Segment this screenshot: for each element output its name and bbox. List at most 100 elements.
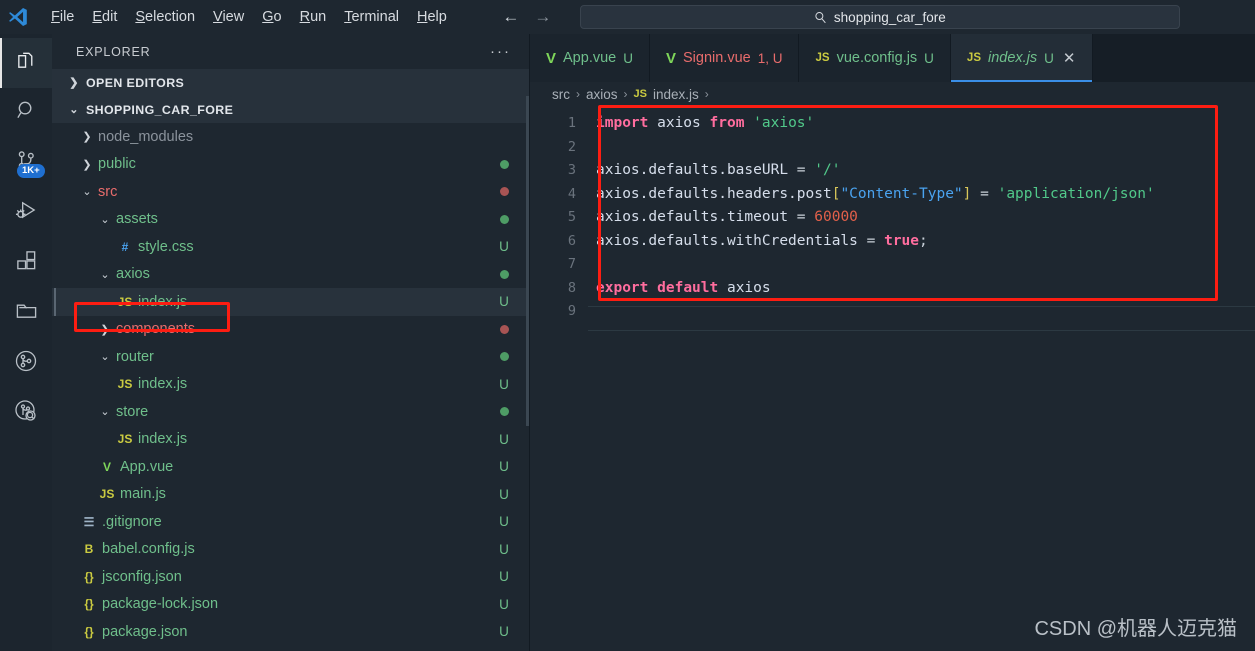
chevron-right-icon[interactable]: ❯ xyxy=(78,130,96,143)
status-badge: U xyxy=(499,486,509,502)
status-badge: U xyxy=(499,624,509,640)
chevron-down-icon[interactable]: ⌄ xyxy=(96,268,114,281)
explorer-more-actions-icon[interactable]: ··· xyxy=(490,43,511,60)
line-number: 4 xyxy=(567,185,576,202)
activitybar-gitlens[interactable] xyxy=(0,338,52,388)
tree-item-main-js[interactable]: JS main.js U xyxy=(52,481,529,509)
line-number: 6 xyxy=(567,232,576,249)
status-badge: U xyxy=(499,376,509,392)
back-arrow-icon[interactable]: ← xyxy=(500,7,522,27)
chevron-right-icon[interactable]: ❯ xyxy=(96,323,114,336)
editor-tab-signin-vue[interactable]: V Signin.vue 1, U xyxy=(649,34,800,82)
section-shopping-car-fore-label: SHOPPING_CAR_FORE xyxy=(86,102,234,117)
tree-item-axios[interactable]: ⌄ axios xyxy=(52,261,529,289)
tree-item-components[interactable]: ❯ components xyxy=(52,316,529,344)
activitybar-search[interactable] xyxy=(0,88,52,138)
line-number-gutter: 1 2 3 4 5 6 7 8 9 xyxy=(530,112,588,651)
section-open-editors[interactable]: ❯ OPEN EDITORS xyxy=(52,69,529,96)
code-token: = xyxy=(796,209,806,225)
tree-item-label: store xyxy=(116,403,149,420)
search-icon xyxy=(814,11,827,24)
activitybar-gitlens-inspect[interactable] xyxy=(0,388,52,438)
tree-item-assets[interactable]: ⌄ assets xyxy=(52,206,529,234)
activitybar-extensions[interactable] xyxy=(0,238,52,288)
menu-file-label: File xyxy=(51,9,75,25)
tree-item-label: components xyxy=(116,321,195,338)
code-content[interactable]: import axios from 'axios' axios.defaults… xyxy=(588,112,1255,651)
activitybar-remote-explorer[interactable] xyxy=(0,288,52,338)
chevron-right-icon[interactable]: ❯ xyxy=(78,158,96,171)
menu-edit[interactable]: Edit xyxy=(83,7,126,27)
code-token: = xyxy=(980,185,989,202)
tree-item-public[interactable]: ❯ public xyxy=(52,151,529,179)
js-icon: JS xyxy=(966,52,981,64)
tree-item-label: .gitignore xyxy=(102,513,162,530)
sidebar-scrollbar[interactable] xyxy=(526,96,529,426)
command-center-search[interactable]: shopping_car_fore xyxy=(579,5,1180,29)
menu-selection[interactable]: Selection xyxy=(126,7,204,27)
menu-terminal[interactable]: Terminal xyxy=(335,7,408,27)
tree-item--gitignore[interactable]: ☰ .gitignore U xyxy=(52,508,529,536)
activitybar-explorer[interactable] xyxy=(0,38,52,88)
menu-help[interactable]: Help xyxy=(408,7,456,27)
status-dot xyxy=(497,187,511,197)
js-icon: JS xyxy=(117,432,133,447)
tree-item-index-js[interactable]: JS index.js U xyxy=(52,426,529,454)
tree-item-style-css[interactable]: # style.css U xyxy=(52,233,529,261)
menu-file[interactable]: File xyxy=(42,7,83,27)
source-control-badge: 1K+ xyxy=(17,164,45,178)
section-shopping-car-fore[interactable]: ⌄ SHOPPING_CAR_FORE xyxy=(52,96,529,123)
gitlens-inspect-icon xyxy=(14,399,38,428)
editor-tab-label: App.vue xyxy=(563,50,617,66)
menu-view[interactable]: View xyxy=(204,7,253,27)
chevron-down-icon[interactable]: ⌄ xyxy=(96,350,114,363)
menu-go[interactable]: Go xyxy=(253,7,290,27)
tree-item-index-js[interactable]: JS index.js U xyxy=(52,371,529,399)
status-dot xyxy=(497,214,511,224)
menu-run[interactable]: Run xyxy=(291,7,336,27)
tree-item-jsconfig-json[interactable]: {} jsconfig.json U xyxy=(52,563,529,591)
tree-item-src[interactable]: ⌄ src xyxy=(52,178,529,206)
editor-tab-bar: V App.vue U V Signin.vue 1, U JS vue.config.js U… xyxy=(530,34,1255,82)
activitybar-run-and-debug[interactable] xyxy=(0,188,52,238)
menu-selection-label: Selection xyxy=(135,9,196,25)
chevron-down-icon[interactable]: ⌄ xyxy=(96,405,114,418)
babel-icon: B xyxy=(84,542,94,557)
editor-tab-index-js[interactable]: JS index.js U ✕ xyxy=(950,34,1093,82)
breadcrumb-item-src[interactable]: src xyxy=(552,87,570,102)
forward-arrow-icon[interactable]: → xyxy=(532,7,554,27)
close-icon[interactable]: ✕ xyxy=(1063,49,1076,67)
code-editor[interactable]: 1 2 3 4 5 6 7 8 9 import axios from 'axios' axio… xyxy=(530,106,1255,651)
chevron-down-icon[interactable]: ⌄ xyxy=(78,185,96,198)
breadcrumb-item-index-js[interactable]: index.js xyxy=(653,87,699,102)
vscode-logo-icon xyxy=(0,0,36,34)
editor-tab-app-vue[interactable]: V App.vue U xyxy=(530,34,650,82)
breadcrumb-item-axios[interactable]: axios xyxy=(586,87,618,102)
line-number: 1 xyxy=(567,115,576,131)
json-icon: {} xyxy=(84,569,94,584)
tree-item-router[interactable]: ⌄ router xyxy=(52,343,529,371)
tree-item-label: axios xyxy=(116,266,150,283)
editor-tab-badge: U xyxy=(924,50,934,66)
js-icon: JS xyxy=(99,487,115,502)
code-token: axios.defaults.headers.post xyxy=(596,185,832,202)
tree-item-package-lock-json[interactable]: {} package-lock.json U xyxy=(52,591,529,619)
breadcrumb-separator: › xyxy=(623,87,628,101)
tree-item-app-vue[interactable]: V App.vue U xyxy=(52,453,529,481)
editor-tab-vue-config-js[interactable]: JS vue.config.js U xyxy=(799,34,951,82)
search-input-value: shopping_car_fore xyxy=(833,9,946,25)
menu-help-label: Help xyxy=(417,9,447,25)
tree-item-package-json[interactable]: {} package.json U xyxy=(52,618,529,646)
tree-item-store[interactable]: ⌄ store xyxy=(52,398,529,426)
js-icon: JS xyxy=(633,88,647,100)
activitybar-source-control[interactable]: 1K+ xyxy=(0,138,52,188)
file-tree: ❯ node_modules ❯ public ⌄ src ⌄ assets # style.cs… xyxy=(52,123,529,651)
tree-item-node-modules[interactable]: ❯ node_modules xyxy=(52,123,529,151)
chevron-down-icon[interactable]: ⌄ xyxy=(96,213,114,226)
tree-item-babel-config-js[interactable]: Bbabel.config.js U xyxy=(52,536,529,564)
line-number: 7 xyxy=(567,256,576,272)
code-line: export default axios xyxy=(596,277,1255,301)
tree-item-index-js[interactable]: JS index.js U xyxy=(52,288,529,316)
